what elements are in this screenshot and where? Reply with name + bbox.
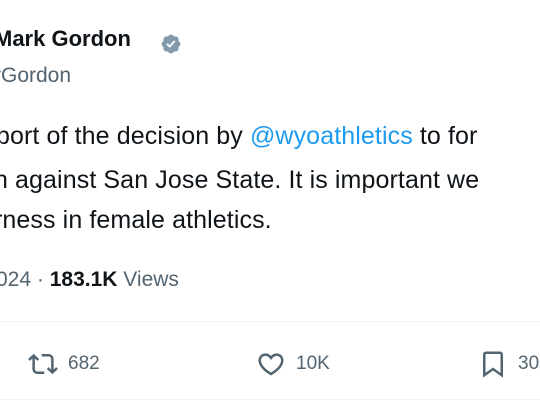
retweet-button[interactable]: 682 bbox=[28, 349, 100, 379]
tweet-date[interactable]: 024 bbox=[0, 268, 31, 291]
like-button[interactable]: 10K bbox=[256, 349, 330, 379]
meta-separator: · bbox=[36, 268, 44, 291]
tweet-text-segment: to for bbox=[412, 122, 478, 150]
tweet-text-line-3: rness in female athletics. bbox=[0, 206, 272, 234]
verified-badge-icon bbox=[161, 34, 181, 54]
bookmark-icon bbox=[483, 351, 503, 378]
tweet-text-line-2: h against San Jose State. It is importan… bbox=[0, 166, 480, 194]
mention-link[interactable]: @wyoathletics bbox=[250, 122, 413, 150]
views-count: 183.1K bbox=[49, 268, 118, 291]
author-name[interactable]: Mark Gordon bbox=[0, 26, 131, 52]
views-label: Views bbox=[123, 268, 179, 291]
retweet-icon bbox=[28, 353, 58, 375]
tweet-meta: 024 · 183.1K Views bbox=[0, 268, 179, 292]
heart-icon bbox=[258, 353, 284, 376]
tweet-text-line-1: port of the decision by @wyoathletics to… bbox=[0, 122, 477, 151]
retweet-count: 682 bbox=[68, 353, 100, 374]
bookmark-count: 30 bbox=[518, 353, 540, 374]
tweet-text-segment: port of the decision by bbox=[0, 122, 250, 150]
author-handle[interactable]: rGordon bbox=[0, 64, 71, 88]
like-count: 10K bbox=[296, 353, 330, 374]
bookmark-button[interactable]: 30 bbox=[478, 349, 539, 379]
divider bbox=[0, 321, 540, 322]
